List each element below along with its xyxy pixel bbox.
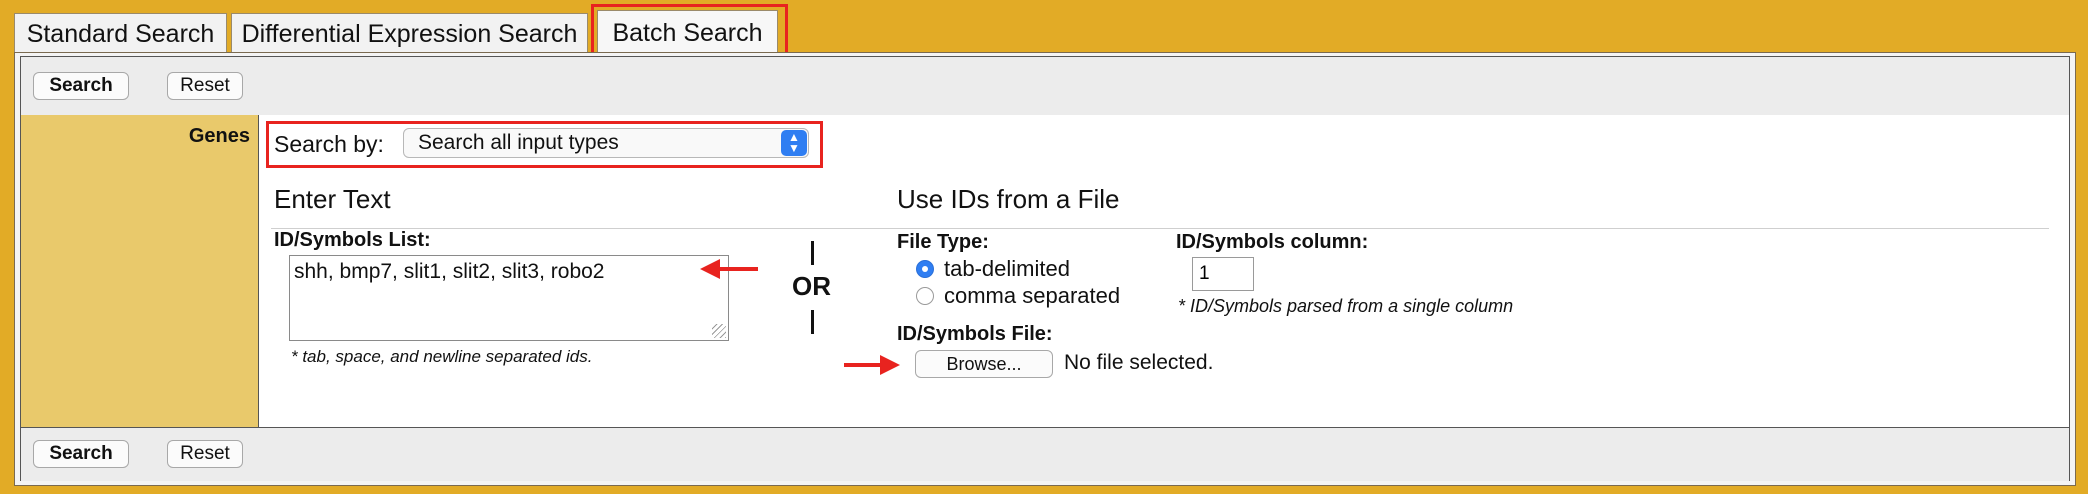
search-button-bottom[interactable]: Search <box>33 440 129 468</box>
bottom-toolbar: Search Reset <box>21 427 2069 481</box>
genes-label-column: Genes <box>21 115 259 427</box>
search-by-highlight-box <box>266 121 823 168</box>
column-hint: * ID/Symbols parsed from a single column <box>1178 296 1514 316</box>
or-label: OR <box>792 271 831 301</box>
file-type-tab-delimited-label: tab-delimited <box>944 256 1070 281</box>
top-toolbar: Search Reset <box>21 57 2069 116</box>
use-file-heading: Use IDs from a File <box>897 184 1120 214</box>
tab-differential-expression-search[interactable]: Differential Expression Search <box>231 13 588 53</box>
enter-text-heading: Enter Text <box>274 184 391 214</box>
id-list-hint: * tab, space, and newline separated ids. <box>291 347 593 366</box>
tab-standard-search[interactable]: Standard Search <box>14 13 227 53</box>
browse-button[interactable]: Browse... <box>915 350 1053 378</box>
reset-button[interactable]: Reset <box>167 72 243 100</box>
search-button[interactable]: Search <box>33 72 129 100</box>
reset-button-bottom[interactable]: Reset <box>167 440 243 468</box>
id-symbols-list-value: shh, bmp7, slit1, slit2, slit3, robo2 <box>294 260 605 283</box>
id-symbols-list-input[interactable]: shh, bmp7, slit1, slit2, slit3, robo2 <box>289 255 729 341</box>
divider <box>271 228 2049 229</box>
arrow-right-icon <box>844 355 900 375</box>
id-symbols-column-input[interactable]: 1 <box>1192 257 1254 291</box>
or-separator-top <box>811 241 814 265</box>
file-type-comma-separated-label: comma separated <box>944 283 1121 308</box>
tab-bar: Standard Search Differential Expression … <box>0 0 2088 58</box>
arrow-left-icon <box>700 259 758 279</box>
file-status-text: No file selected. <box>1064 351 1214 374</box>
genes-section-label: Genes <box>188 125 250 147</box>
file-type-comma-separated-radio[interactable] <box>916 287 934 305</box>
id-symbols-column-label: ID/Symbols column: <box>1176 231 1369 253</box>
id-symbols-column-value: 1 <box>1199 263 1210 284</box>
or-separator-bottom <box>811 310 814 334</box>
id-symbols-file-label: ID/Symbols File: <box>897 323 1053 345</box>
file-type-tab-delimited-radio[interactable] <box>916 260 934 278</box>
file-type-label: File Type: <box>897 231 989 253</box>
id-symbols-list-label: ID/Symbols List: <box>274 229 431 251</box>
resize-handle-icon[interactable] <box>712 324 726 338</box>
